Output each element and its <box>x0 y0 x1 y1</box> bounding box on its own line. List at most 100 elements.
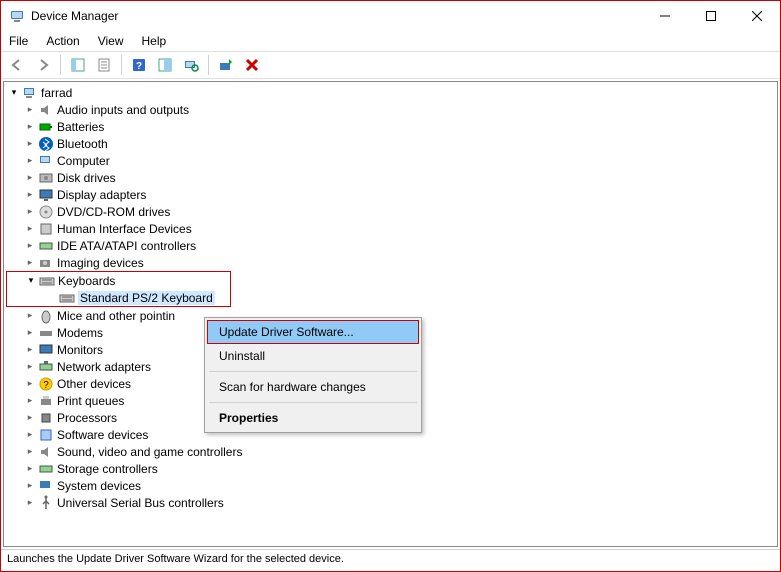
menu-view[interactable]: View <box>96 32 126 50</box>
tree-item[interactable]: ▸Universal Serial Bus controllers <box>4 494 777 511</box>
help-button[interactable]: ? <box>127 53 151 77</box>
chevron-right-icon[interactable]: ▸ <box>24 344 36 355</box>
tree-item[interactable]: ▸Human Interface Devices <box>4 220 777 237</box>
speaker-icon <box>38 102 54 118</box>
tree-item[interactable]: ▸DVD/CD-ROM drives <box>4 203 777 220</box>
properties-button[interactable] <box>92 53 116 77</box>
keyboard-icon <box>39 273 55 289</box>
menu-help[interactable]: Help <box>140 32 169 50</box>
chevron-right-icon[interactable]: ▸ <box>24 172 36 183</box>
modem-icon <box>38 325 54 341</box>
usb-icon <box>38 495 54 511</box>
chevron-right-icon[interactable]: ▸ <box>24 310 36 321</box>
update-driver-button[interactable] <box>214 53 238 77</box>
computer-icon <box>22 85 38 101</box>
chevron-right-icon[interactable]: ▸ <box>24 155 36 166</box>
window-title: Device Manager <box>31 9 642 23</box>
menu-file[interactable]: File <box>7 32 30 50</box>
statusbar: Launches the Update Driver Software Wiza… <box>1 549 780 571</box>
mouse-icon <box>38 308 54 324</box>
tree-item[interactable]: ▸Audio inputs and outputs <box>4 101 777 118</box>
chevron-right-icon[interactable]: ▸ <box>24 446 36 457</box>
cdrom-icon <box>38 204 54 220</box>
chevron-right-icon[interactable]: ▸ <box>24 121 36 132</box>
menubar: File Action View Help <box>1 31 780 51</box>
system-icon <box>38 478 54 494</box>
chevron-right-icon[interactable]: ▸ <box>24 206 36 217</box>
tree-item-standard-keyboard[interactable]: Standard PS/2 Keyboard <box>7 289 230 306</box>
chevron-right-icon[interactable]: ▸ <box>24 327 36 338</box>
chevron-right-icon[interactable]: ▸ <box>24 480 36 491</box>
forward-button[interactable] <box>31 53 55 77</box>
menu-separator <box>209 371 417 372</box>
computer-icon <box>38 153 54 169</box>
svg-text:?: ? <box>43 380 49 391</box>
chevron-down-icon[interactable]: ▾ <box>25 275 37 286</box>
svg-text:?: ? <box>136 61 142 72</box>
chevron-right-icon[interactable]: ▸ <box>24 104 36 115</box>
app-icon <box>9 8 25 24</box>
ide-icon <box>38 238 54 254</box>
camera-icon <box>38 255 54 271</box>
tree-item[interactable]: ▸System devices <box>4 477 777 494</box>
network-icon <box>38 359 54 375</box>
chevron-right-icon[interactable]: ▸ <box>24 412 36 423</box>
chevron-right-icon[interactable]: ▸ <box>24 463 36 474</box>
disk-icon <box>38 170 54 186</box>
chevron-down-icon[interactable]: ▾ <box>8 87 20 98</box>
chevron-right-icon[interactable]: ▸ <box>24 361 36 372</box>
menu-scan-hardware[interactable]: Scan for hardware changes <box>207 375 419 399</box>
battery-icon <box>38 119 54 135</box>
printer-icon <box>38 393 54 409</box>
menu-uninstall[interactable]: Uninstall <box>207 344 419 368</box>
show-hide-tree-button[interactable] <box>66 53 90 77</box>
storage-icon <box>38 461 54 477</box>
minimize-button[interactable] <box>642 1 688 31</box>
toolbar-icon-5[interactable] <box>153 53 177 77</box>
chevron-right-icon[interactable]: ▸ <box>24 395 36 406</box>
chevron-right-icon[interactable]: ▸ <box>24 240 36 251</box>
device-tree[interactable]: ▾ farrad ▸Audio inputs and outputs ▸Batt… <box>3 81 778 547</box>
context-menu: Update Driver Software... Uninstall Scan… <box>204 317 422 433</box>
titlebar: Device Manager <box>1 1 780 31</box>
chevron-right-icon[interactable]: ▸ <box>24 138 36 149</box>
scan-hardware-button[interactable] <box>179 53 203 77</box>
toolbar: ? <box>1 51 780 79</box>
menu-separator <box>209 402 417 403</box>
tree-item[interactable]: ▸Disk drives <box>4 169 777 186</box>
hid-icon <box>38 221 54 237</box>
chevron-right-icon[interactable]: ▸ <box>24 257 36 268</box>
chevron-right-icon[interactable]: ▸ <box>24 189 36 200</box>
monitor-icon <box>38 342 54 358</box>
tree-item[interactable]: ▸Display adapters <box>4 186 777 203</box>
tree-item[interactable]: ▸Imaging devices <box>4 254 777 271</box>
tree-item[interactable]: ▸Storage controllers <box>4 460 777 477</box>
other-icon: ? <box>38 376 54 392</box>
tree-root-label: farrad <box>41 86 72 100</box>
menu-action[interactable]: Action <box>44 32 81 50</box>
tree-item[interactable]: ▸Sound, video and game controllers <box>4 443 777 460</box>
menu-properties[interactable]: Properties <box>207 406 419 430</box>
tree-item-keyboards[interactable]: ▾Keyboards <box>7 272 230 289</box>
tree-item[interactable]: ▸Computer <box>4 152 777 169</box>
close-button[interactable] <box>734 1 780 31</box>
tree-item[interactable]: ▸Bluetooth <box>4 135 777 152</box>
chevron-right-icon[interactable]: ▸ <box>24 429 36 440</box>
chevron-right-icon[interactable]: ▸ <box>24 497 36 508</box>
chevron-right-icon[interactable]: ▸ <box>24 223 36 234</box>
processor-icon <box>38 410 54 426</box>
keyboard-icon <box>59 290 75 306</box>
software-icon <box>38 427 54 443</box>
bluetooth-icon <box>38 136 54 152</box>
tree-root[interactable]: ▾ farrad <box>4 84 777 101</box>
statusbar-text: Launches the Update Driver Software Wiza… <box>7 553 344 565</box>
maximize-button[interactable] <box>688 1 734 31</box>
menu-update-driver[interactable]: Update Driver Software... <box>207 320 419 344</box>
display-icon <box>38 187 54 203</box>
back-button[interactable] <box>5 53 29 77</box>
tree-item[interactable]: ▸Batteries <box>4 118 777 135</box>
tree-item[interactable]: ▸IDE ATA/ATAPI controllers <box>4 237 777 254</box>
uninstall-button[interactable] <box>240 53 264 77</box>
chevron-right-icon[interactable]: ▸ <box>24 378 36 389</box>
speaker-icon <box>38 444 54 460</box>
